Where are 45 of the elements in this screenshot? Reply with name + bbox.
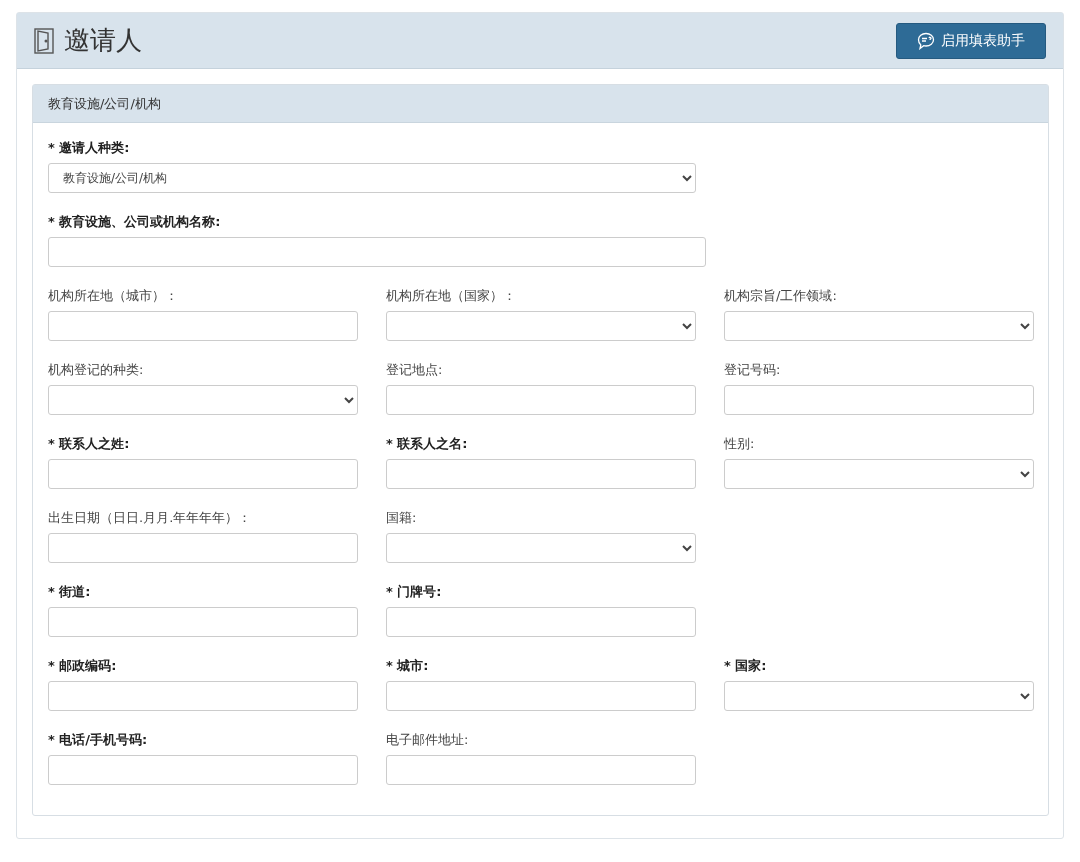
field-label: * 国家: — [724, 657, 768, 675]
field-label: 机构所在地（国家）： — [386, 287, 517, 305]
field-label: * 街道: — [48, 583, 92, 601]
input-field[interactable] — [48, 607, 358, 637]
field-label: 机构所在地（城市）： — [48, 287, 179, 305]
field-label: 性别: — [724, 435, 756, 453]
chat-bubble-icon — [917, 31, 935, 50]
field-label: 机构宗旨/工作领域: — [724, 287, 838, 305]
field-label: * 电话/手机号码: — [48, 731, 149, 749]
select-field[interactable]: 教育设施/公司/机构 — [48, 163, 696, 193]
section-title: 教育设施/公司/机构 — [48, 94, 161, 113]
input-field[interactable] — [386, 681, 696, 711]
field-label: 国籍: — [386, 509, 418, 527]
door-icon — [34, 27, 54, 54]
select-field[interactable] — [386, 533, 696, 563]
field-label: * 联系人之姓: — [48, 435, 131, 453]
field-label: * 联系人之名: — [386, 435, 469, 453]
field-label: * 门牌号: — [386, 583, 443, 601]
assistant-button[interactable]: 启用填表助手 — [896, 22, 1046, 59]
field-label: 出生日期（日日.月月.年年年年）： — [48, 509, 253, 527]
select-field[interactable] — [386, 311, 696, 341]
page-title: 邀请人 — [64, 24, 142, 57]
select-field[interactable] — [48, 385, 358, 415]
input-field[interactable] — [48, 755, 358, 785]
select-field[interactable] — [724, 681, 1034, 711]
field-label: * 城市: — [386, 657, 430, 675]
select-field[interactable] — [724, 459, 1034, 489]
field-label: * 邮政编码: — [48, 657, 118, 675]
input-field[interactable] — [724, 385, 1034, 415]
input-field[interactable] — [386, 459, 696, 489]
input-field[interactable] — [386, 385, 696, 415]
select-field[interactable] — [724, 311, 1034, 341]
input-field[interactable] — [48, 459, 358, 489]
field-label: * 邀请人种类: — [48, 139, 131, 157]
input-field[interactable] — [48, 311, 358, 341]
input-field[interactable] — [386, 755, 696, 785]
field-label: 登记号码: — [724, 361, 782, 379]
input-field[interactable] — [48, 681, 358, 711]
input-field[interactable] — [386, 607, 696, 637]
field-label: 登记地点: — [386, 361, 444, 379]
field-label: 电子邮件地址: — [386, 731, 470, 749]
field-label: * 教育设施、公司或机构名称: — [48, 213, 222, 231]
input-field[interactable] — [48, 533, 358, 563]
field-label: 机构登记的种类: — [48, 361, 145, 379]
input-field[interactable] — [48, 237, 706, 267]
